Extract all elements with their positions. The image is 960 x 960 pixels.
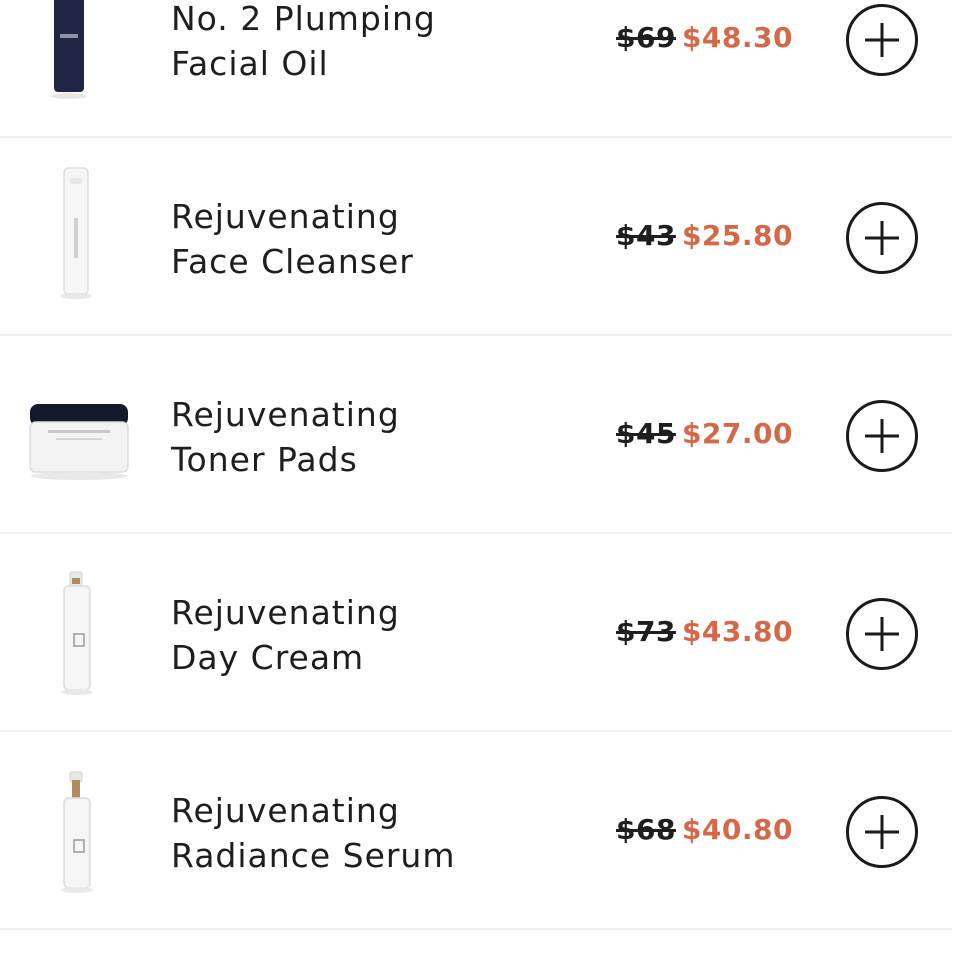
product-price: $68 $40.80	[616, 810, 793, 850]
product-name[interactable]: Rejuvenating Toner Pads	[171, 392, 591, 482]
product-name-line: Rejuvenating	[171, 791, 400, 830]
product-name[interactable]: Rejuvenating Face Cleanser	[171, 194, 591, 284]
product-row: Rejuvenating Toner Pads $45 $27.00	[0, 336, 952, 534]
product-price: $43 $25.80	[616, 216, 793, 256]
plus-icon	[865, 23, 899, 57]
plus-icon	[865, 815, 899, 849]
original-price: $73	[616, 615, 676, 648]
product-name[interactable]: Rejuvenating Day Cream	[171, 590, 591, 680]
product-image-white-pump-bottle[interactable]	[14, 534, 140, 730]
add-to-cart-button[interactable]	[846, 796, 918, 868]
product-row: Rejuvenating Radiance Serum $68 $40.80	[0, 732, 952, 930]
product-name-line: Radiance Serum	[171, 836, 456, 875]
plus-icon	[865, 617, 899, 651]
product-price: $69 $48.30	[616, 18, 793, 58]
product-name-line: Toner Pads	[171, 440, 358, 479]
original-price: $45	[616, 417, 676, 450]
product-name-line: Rejuvenating	[171, 593, 400, 632]
original-price: $68	[616, 813, 676, 846]
product-list: No. 2 Plumping Facial Oil $69 $48.30 Reju…	[0, 0, 952, 930]
sale-price: $48.30	[681, 21, 794, 54]
original-price: $69	[616, 21, 676, 54]
plus-icon	[865, 419, 899, 453]
product-image-white-dropper-bottle[interactable]	[14, 732, 140, 928]
product-name-line: No. 2 Plumping	[171, 0, 436, 38]
product-image-navy-dropper-bottle[interactable]	[14, 0, 140, 136]
product-name[interactable]: Rejuvenating Radiance Serum	[171, 788, 591, 878]
original-price: $43	[616, 219, 676, 252]
product-name[interactable]: No. 2 Plumping Facial Oil	[171, 0, 591, 86]
product-row: Rejuvenating Face Cleanser $43 $25.80	[0, 138, 952, 336]
product-image-white-jar-navy-lid[interactable]	[14, 336, 140, 532]
product-name-line: Day Cream	[171, 638, 365, 677]
sale-price: $25.80	[681, 219, 794, 252]
add-to-cart-button[interactable]	[846, 598, 918, 670]
product-row: Rejuvenating Day Cream $73 $43.80	[0, 534, 952, 732]
add-to-cart-button[interactable]	[846, 4, 918, 76]
product-name-line: Facial Oil	[171, 44, 329, 83]
product-name-line: Face Cleanser	[171, 242, 414, 281]
product-price: $45 $27.00	[616, 414, 793, 454]
sale-price: $40.80	[681, 813, 794, 846]
product-name-line: Rejuvenating	[171, 197, 400, 236]
product-image-white-tube-bottle[interactable]	[14, 138, 140, 334]
product-name-line: Rejuvenating	[171, 395, 400, 434]
sale-price: $27.00	[681, 417, 794, 450]
plus-icon	[865, 221, 899, 255]
product-row: No. 2 Plumping Facial Oil $69 $48.30	[0, 0, 952, 138]
product-price: $73 $43.80	[616, 612, 793, 652]
add-to-cart-button[interactable]	[846, 400, 918, 472]
add-to-cart-button[interactable]	[846, 202, 918, 274]
sale-price: $43.80	[681, 615, 794, 648]
